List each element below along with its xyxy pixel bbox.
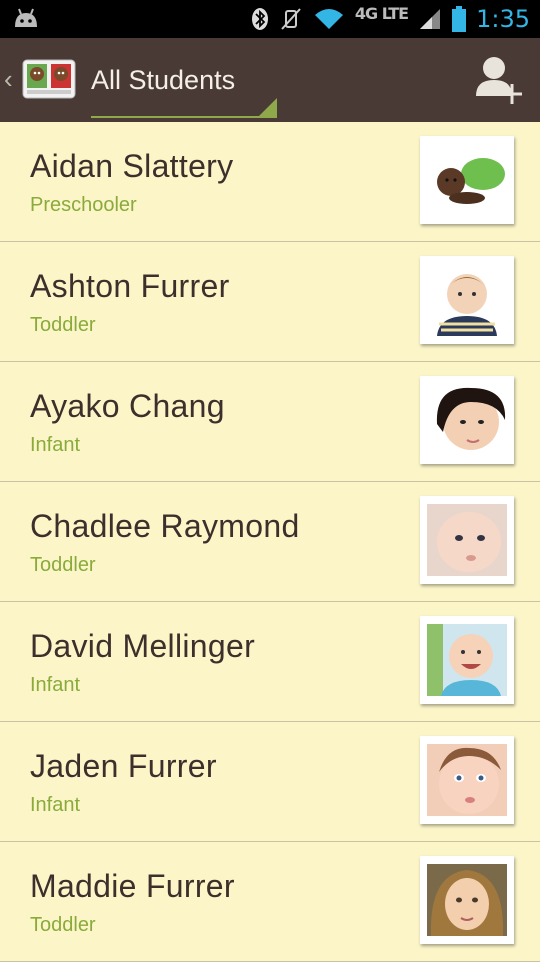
student-name: Jaden Furrer (30, 748, 217, 784)
student-photo (420, 736, 514, 824)
student-row[interactable]: Ayako Chang Infant (0, 362, 540, 482)
student-name: David Mellinger (30, 628, 256, 664)
student-group: Toddler (30, 554, 96, 576)
student-name: Chadlee Raymond (30, 508, 300, 544)
vibrate-mute-icon (281, 8, 301, 30)
status-bar: 4G LTE 1:35 (0, 0, 540, 38)
student-photo (420, 616, 514, 704)
page-title: All Students (91, 65, 236, 95)
network-type-label: 4G LTE (354, 3, 409, 23)
student-row[interactable]: Chadlee Raymond Toddler (0, 482, 540, 602)
student-photo (420, 496, 514, 584)
student-list: Aidan Slattery Preschooler Ashton Furrer… (0, 122, 540, 962)
student-name: Aidan Slattery (30, 148, 234, 184)
student-group: Toddler (30, 314, 96, 336)
student-photo (420, 136, 514, 224)
student-photo (420, 376, 514, 464)
up-navigation-icon[interactable]: ‹ (4, 64, 13, 95)
student-row[interactable]: Maddie Furrer Toddler (0, 842, 540, 962)
student-group: Infant (30, 794, 81, 816)
app-logo-icon[interactable] (20, 54, 78, 102)
student-name: Maddie Furrer (30, 868, 235, 904)
student-filter-spinner[interactable]: All Students (91, 60, 277, 118)
student-row[interactable]: David Mellinger Infant (0, 602, 540, 722)
action-bar: ‹ All Students (0, 38, 540, 122)
student-group: Infant (30, 434, 81, 456)
student-name: Ayako Chang (30, 388, 225, 424)
battery-icon (452, 6, 467, 32)
student-name: Ashton Furrer (30, 268, 230, 304)
student-row[interactable]: Aidan Slattery Preschooler (0, 122, 540, 242)
student-row[interactable]: Jaden Furrer Infant (0, 722, 540, 842)
student-group: Toddler (30, 914, 96, 936)
wifi-icon (314, 9, 343, 29)
spinner-indicator-icon (259, 98, 277, 116)
student-group: Infant (30, 674, 81, 696)
student-group: Preschooler (30, 194, 137, 216)
bluetooth-icon (251, 8, 268, 30)
student-photo (420, 256, 514, 344)
student-row[interactable]: Ashton Furrer Toddler (0, 242, 540, 362)
clock: 1:35 (476, 5, 530, 33)
android-notification-icon (15, 8, 37, 27)
signal-icon (420, 9, 441, 29)
student-photo (420, 856, 514, 944)
add-student-button[interactable] (474, 54, 524, 106)
